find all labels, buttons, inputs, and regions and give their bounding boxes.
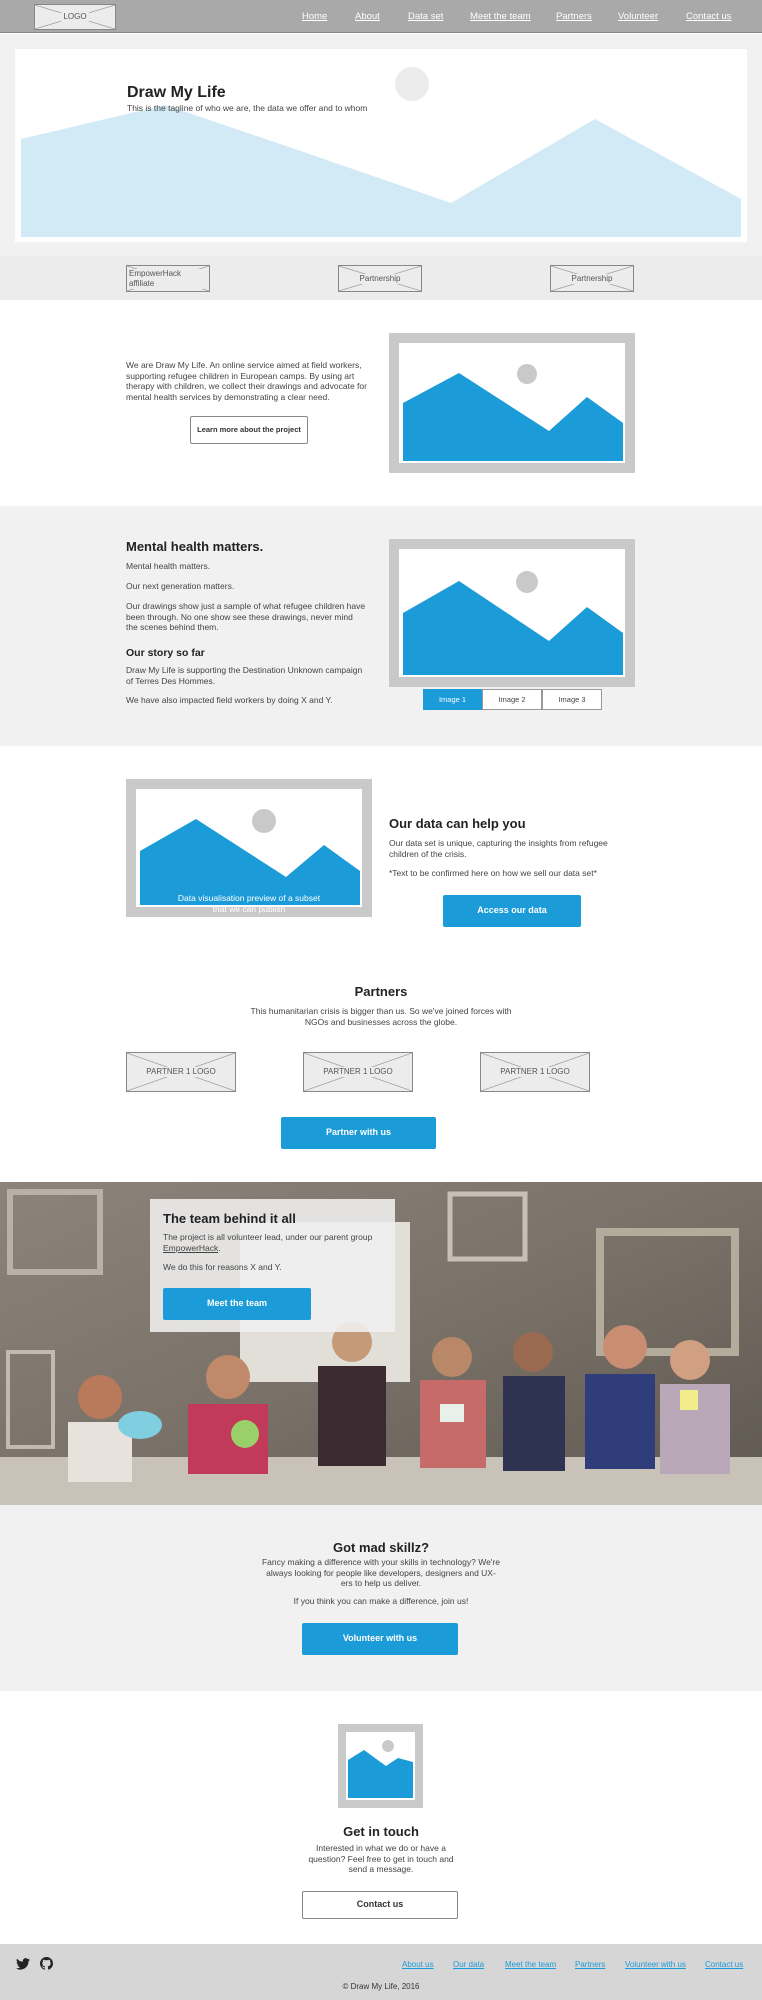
footer-link-contact-us[interactable]: Contact us (705, 1960, 743, 1970)
partnership-logo[interactable]: Partnership (550, 265, 634, 292)
volunteer-text-2: If you think you can make a difference, … (293, 1596, 469, 1606)
mental-text-3: Our drawings show just a sample of what … (126, 601, 366, 633)
footer-link-meet-the-team[interactable]: Meet the team (505, 1960, 556, 1970)
volunteer-button[interactable]: Volunteer with us (302, 1623, 458, 1655)
affiliate-label: EmpowerHack affiliate (127, 268, 209, 289)
data-preview-caption: Data visualisation preview of a subset t… (177, 893, 321, 914)
team-text-1: The project is all volunteer lead, under… (163, 1232, 388, 1253)
footer: About us Our data Meet the team Partners… (0, 1944, 762, 2000)
contact-image (338, 1724, 423, 1808)
hero-landscape-image (21, 67, 741, 237)
data-text-1: Our data set is unique, capturing the in… (389, 838, 608, 859)
partnership-logo[interactable]: Partnership (338, 265, 422, 292)
gallery-tab-image-1[interactable]: Image 1 (423, 689, 482, 710)
data-preview-image: Data visualisation preview of a subset t… (126, 779, 372, 917)
footer-link-our-data[interactable]: Our data (453, 1960, 484, 1970)
partners-heading: Partners (354, 984, 408, 999)
nav-link-data-set[interactable]: Data set (408, 11, 443, 23)
github-icon[interactable] (40, 1957, 53, 1970)
meet-the-team-button[interactable]: Meet the team (163, 1288, 311, 1320)
team-heading: The team behind it all (163, 1211, 296, 1226)
partners-section: Partners This humanitarian crisis is big… (0, 982, 762, 1182)
team-text-1-lead: The project is all volunteer lead, under… (163, 1232, 373, 1242)
data-text-2: *Text to be confirmed here on how we sel… (389, 868, 597, 878)
volunteer-text-1: Fancy making a difference with your skil… (261, 1557, 500, 1589)
footer-link-volunteer-with-us[interactable]: Volunteer with us (625, 1960, 686, 1970)
gallery-image (389, 539, 635, 687)
gallery-tab-image-3[interactable]: Image 3 (542, 689, 602, 710)
team-section: The team behind it all The project is al… (0, 1182, 762, 1505)
hero-banner: Draw My Life This is the tagline of who … (15, 49, 747, 242)
mental-text-1: Mental health matters. (126, 561, 211, 571)
access-data-button[interactable]: Access our data (443, 895, 581, 927)
nav-link-home[interactable]: Home (302, 11, 327, 23)
logo[interactable]: LOGO (34, 4, 116, 30)
partner-logo-label: PARTNER 1 LOGO (144, 1067, 218, 1077)
footer-link-partners[interactable]: Partners (575, 1960, 605, 1970)
data-heading: Our data can help you (389, 816, 526, 831)
team-card: The team behind it all The project is al… (150, 1199, 395, 1332)
partnership-label: Partnership (569, 273, 615, 284)
learn-more-button[interactable]: Learn more about the project (190, 416, 308, 444)
partner-logo-label: PARTNER 1 LOGO (321, 1067, 395, 1077)
nav-link-volunteer[interactable]: Volunteer (618, 11, 658, 23)
intro-section: We are Draw My Life. An online service a… (0, 300, 762, 506)
story-text-2: We have also impacted field workers by d… (126, 695, 333, 705)
story-heading: Our story so far (126, 647, 205, 659)
top-nav: LOGO Home About Data set Meet the team P… (0, 0, 762, 33)
team-text-period: . (218, 1242, 221, 1253)
hero-title: Draw My Life (127, 84, 226, 101)
partner-logo[interactable]: PARTNER 1 LOGO (303, 1052, 413, 1092)
intro-image (389, 333, 635, 473)
empowerhack-link[interactable]: EmpowerHack (163, 1243, 218, 1253)
volunteer-section: Got mad skillz? Fancy making a differenc… (0, 1505, 762, 1691)
partner-with-us-button[interactable]: Partner with us (281, 1117, 436, 1149)
affiliates-strip: EmpowerHack affiliate Partnership Partne… (0, 256, 762, 300)
footer-link-about-us[interactable]: About us (402, 1960, 434, 1970)
mental-heading: Mental health matters. (126, 539, 264, 554)
team-text-2: We do this for reasons X and Y. (163, 1262, 282, 1272)
partner-logo[interactable]: PARTNER 1 LOGO (480, 1052, 590, 1092)
hero-tagline: This is the tagline of who we are, the d… (127, 103, 368, 113)
partnership-label: Partnership (357, 273, 403, 284)
mental-health-section: Mental health matters. Mental health mat… (0, 506, 762, 746)
nav-link-meet-the-team[interactable]: Meet the team (470, 11, 531, 23)
partner-logo-label: PARTNER 1 LOGO (498, 1067, 572, 1077)
hero-section: Draw My Life This is the tagline of who … (0, 34, 762, 256)
nav-link-about[interactable]: About (355, 11, 380, 23)
nav-link-contact-us[interactable]: Contact us (686, 11, 731, 23)
partners-text: This humanitarian crisis is bigger than … (250, 1006, 512, 1027)
contact-section: Get in touch Interested in what we do or… (0, 1691, 762, 1944)
gallery-tab-image-2[interactable]: Image 2 (482, 689, 542, 710)
mental-text-2: Our next generation matters. (126, 581, 235, 591)
logo-text: LOGO (61, 12, 89, 22)
contact-text: Interested in what we do or have a quest… (308, 1843, 454, 1875)
data-section: Data visualisation preview of a subset t… (0, 746, 762, 982)
copyright: © Draw My Life, 2016 (342, 1982, 420, 1991)
contact-us-button[interactable]: Contact us (302, 1891, 458, 1919)
volunteer-heading: Got mad skillz? (332, 1540, 430, 1555)
story-text-1: Draw My Life is supporting the Destinati… (126, 665, 363, 686)
twitter-icon[interactable] (16, 1958, 30, 1970)
partner-logo[interactable]: PARTNER 1 LOGO (126, 1052, 236, 1092)
contact-heading: Get in touch (343, 1824, 419, 1839)
nav-link-partners[interactable]: Partners (556, 11, 592, 23)
affiliate-logo[interactable]: EmpowerHack affiliate (126, 265, 210, 292)
intro-text: We are Draw My Life. An online service a… (126, 360, 367, 402)
